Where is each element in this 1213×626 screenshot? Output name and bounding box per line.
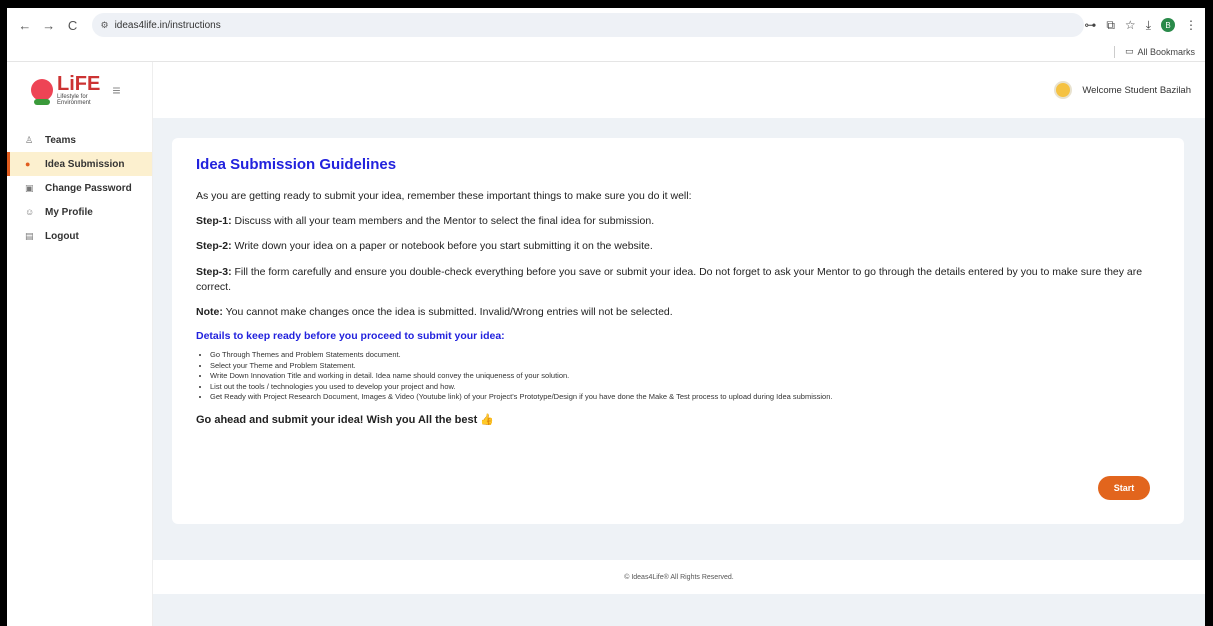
- site-settings-icon[interactable]: ⚙: [100, 20, 108, 31]
- details-list: Go Through Themes and Problem Statements…: [196, 350, 1160, 403]
- sidebar-item-label: Change Password: [45, 182, 132, 194]
- browser-menu-icon[interactable]: ⋮: [1185, 18, 1197, 32]
- note-text: You cannot make changes once the idea is…: [222, 306, 673, 319]
- copyright-text: © Ideas4Life® All Rights Reserved.: [624, 573, 734, 581]
- step-2-label: Step-2:: [196, 240, 232, 253]
- bookmarks-divider: [1113, 45, 1115, 58]
- sidebar-item-label: Idea Submission: [45, 158, 125, 170]
- details-heading: Details to keep ready before you proceed…: [196, 330, 505, 343]
- step-2-text: Write down your idea on a paper or noteb…: [231, 240, 653, 253]
- sidebar-item-teams[interactable]: ♙ Teams: [7, 128, 152, 152]
- closing-text: Go ahead and submit your idea! Wish you …: [196, 413, 1160, 426]
- step-3: Step-3: Fill the form carefully and ensu…: [196, 265, 1160, 295]
- teams-icon: ♙: [25, 134, 34, 145]
- list-item: Write Down Innovation Title and working …: [210, 371, 1160, 382]
- sidebar-menu: ♙ Teams ● Idea Submission ▣ Change Passw…: [7, 128, 152, 248]
- browser-actions: ⊶ ⧉ ☆ ⤓ B ⋮: [1084, 18, 1197, 33]
- forward-icon[interactable]: →: [39, 15, 59, 35]
- step-1-text: Discuss with all your team members and t…: [231, 215, 655, 228]
- all-bookmarks-link[interactable]: All Bookmarks: [1137, 47, 1195, 57]
- welcome-text: Welcome Student Bazilah: [1082, 84, 1191, 96]
- footer: © Ideas4Life® All Rights Reserved.: [153, 560, 1205, 594]
- list-item: Select your Theme and Problem Statement.: [210, 361, 1160, 372]
- app-area: LiFE Lifestyle for Environment ≡ ♙ Teams…: [7, 62, 1205, 626]
- sidebar-item-idea-submission[interactable]: ● Idea Submission: [7, 152, 152, 176]
- guidelines-card: Idea Submission Guidelines As you are ge…: [172, 138, 1184, 524]
- logo-subtitle-2: Environment: [57, 100, 91, 106]
- list-item: Go Through Themes and Problem Statements…: [210, 350, 1160, 361]
- intro-text: As you are getting ready to submit your …: [196, 190, 692, 202]
- start-button[interactable]: Start: [1098, 476, 1150, 500]
- sidebar-item-change-password[interactable]: ▣ Change Password: [7, 176, 152, 200]
- step-3-text: Fill the form carefully and ensure you d…: [196, 265, 1143, 293]
- closing-message: Go ahead and submit your idea! Wish you …: [196, 413, 478, 426]
- bookmarks-bar: ▭ All Bookmarks: [7, 42, 1205, 62]
- sidebar-item-label: Logout: [45, 230, 79, 242]
- download-icon[interactable]: ⤓: [1146, 18, 1151, 33]
- back-icon[interactable]: ←: [15, 15, 35, 35]
- sidebar-item-label: Teams: [45, 134, 76, 146]
- life-logo: LiFE Lifestyle for Environment: [31, 74, 100, 106]
- step-1-label: Step-1:: [196, 215, 232, 228]
- password-key-icon[interactable]: ⊶: [1084, 18, 1096, 32]
- extension-icon[interactable]: ⧉: [1106, 18, 1115, 33]
- reload-icon[interactable]: C: [63, 15, 83, 35]
- user-avatar[interactable]: [1054, 81, 1073, 99]
- sidebar-item-my-profile[interactable]: ☺ My Profile: [7, 200, 152, 224]
- logo-title: LiFE: [57, 73, 101, 95]
- top-header: Welcome Student Bazilah: [153, 62, 1205, 118]
- lock-icon: ▣: [25, 182, 34, 193]
- list-item: Get Ready with Project Research Document…: [210, 392, 1160, 403]
- logout-icon: ▤: [25, 230, 34, 241]
- step-3-label: Step-3:: [196, 265, 232, 278]
- hamburger-icon[interactable]: ≡: [112, 82, 120, 98]
- list-item: List out the tools / technologies you us…: [210, 382, 1160, 393]
- sidebar-item-label: My Profile: [45, 206, 93, 218]
- lightbulb-icon: ●: [25, 159, 31, 169]
- step-2: Step-2: Write down your idea on a paper …: [196, 239, 1160, 254]
- step-1: Step-1: Discuss with all your team membe…: [196, 214, 1160, 229]
- browser-toolbar: ← → C ⚙ ideas4life.in/instructions ⊶ ⧉ ☆…: [7, 8, 1205, 42]
- logo-sun-icon: [31, 79, 53, 105]
- note-label: Note:: [196, 306, 223, 319]
- browser-window: ← → C ⚙ ideas4life.in/instructions ⊶ ⧉ ☆…: [7, 8, 1205, 626]
- page-title: Idea Submission Guidelines: [196, 156, 397, 173]
- logo[interactable]: LiFE Lifestyle for Environment ≡: [7, 62, 152, 118]
- sidebar-item-logout[interactable]: ▤ Logout: [7, 224, 152, 248]
- address-bar[interactable]: ⚙ ideas4life.in/instructions: [92, 13, 1085, 37]
- note: Note: You cannot make changes once the i…: [196, 305, 1160, 320]
- bookmark-star-icon[interactable]: ☆: [1125, 18, 1136, 32]
- thumbs-up-icon: 👍: [480, 413, 494, 426]
- main-content: Welcome Student Bazilah Idea Submission …: [153, 62, 1205, 626]
- sidebar: LiFE Lifestyle for Environment ≡ ♙ Teams…: [7, 62, 153, 626]
- url-text: ideas4life.in/instructions: [114, 19, 221, 31]
- folder-icon: ▭: [1124, 46, 1134, 56]
- profile-avatar[interactable]: B: [1161, 18, 1175, 32]
- profile-icon: ☺: [25, 207, 35, 217]
